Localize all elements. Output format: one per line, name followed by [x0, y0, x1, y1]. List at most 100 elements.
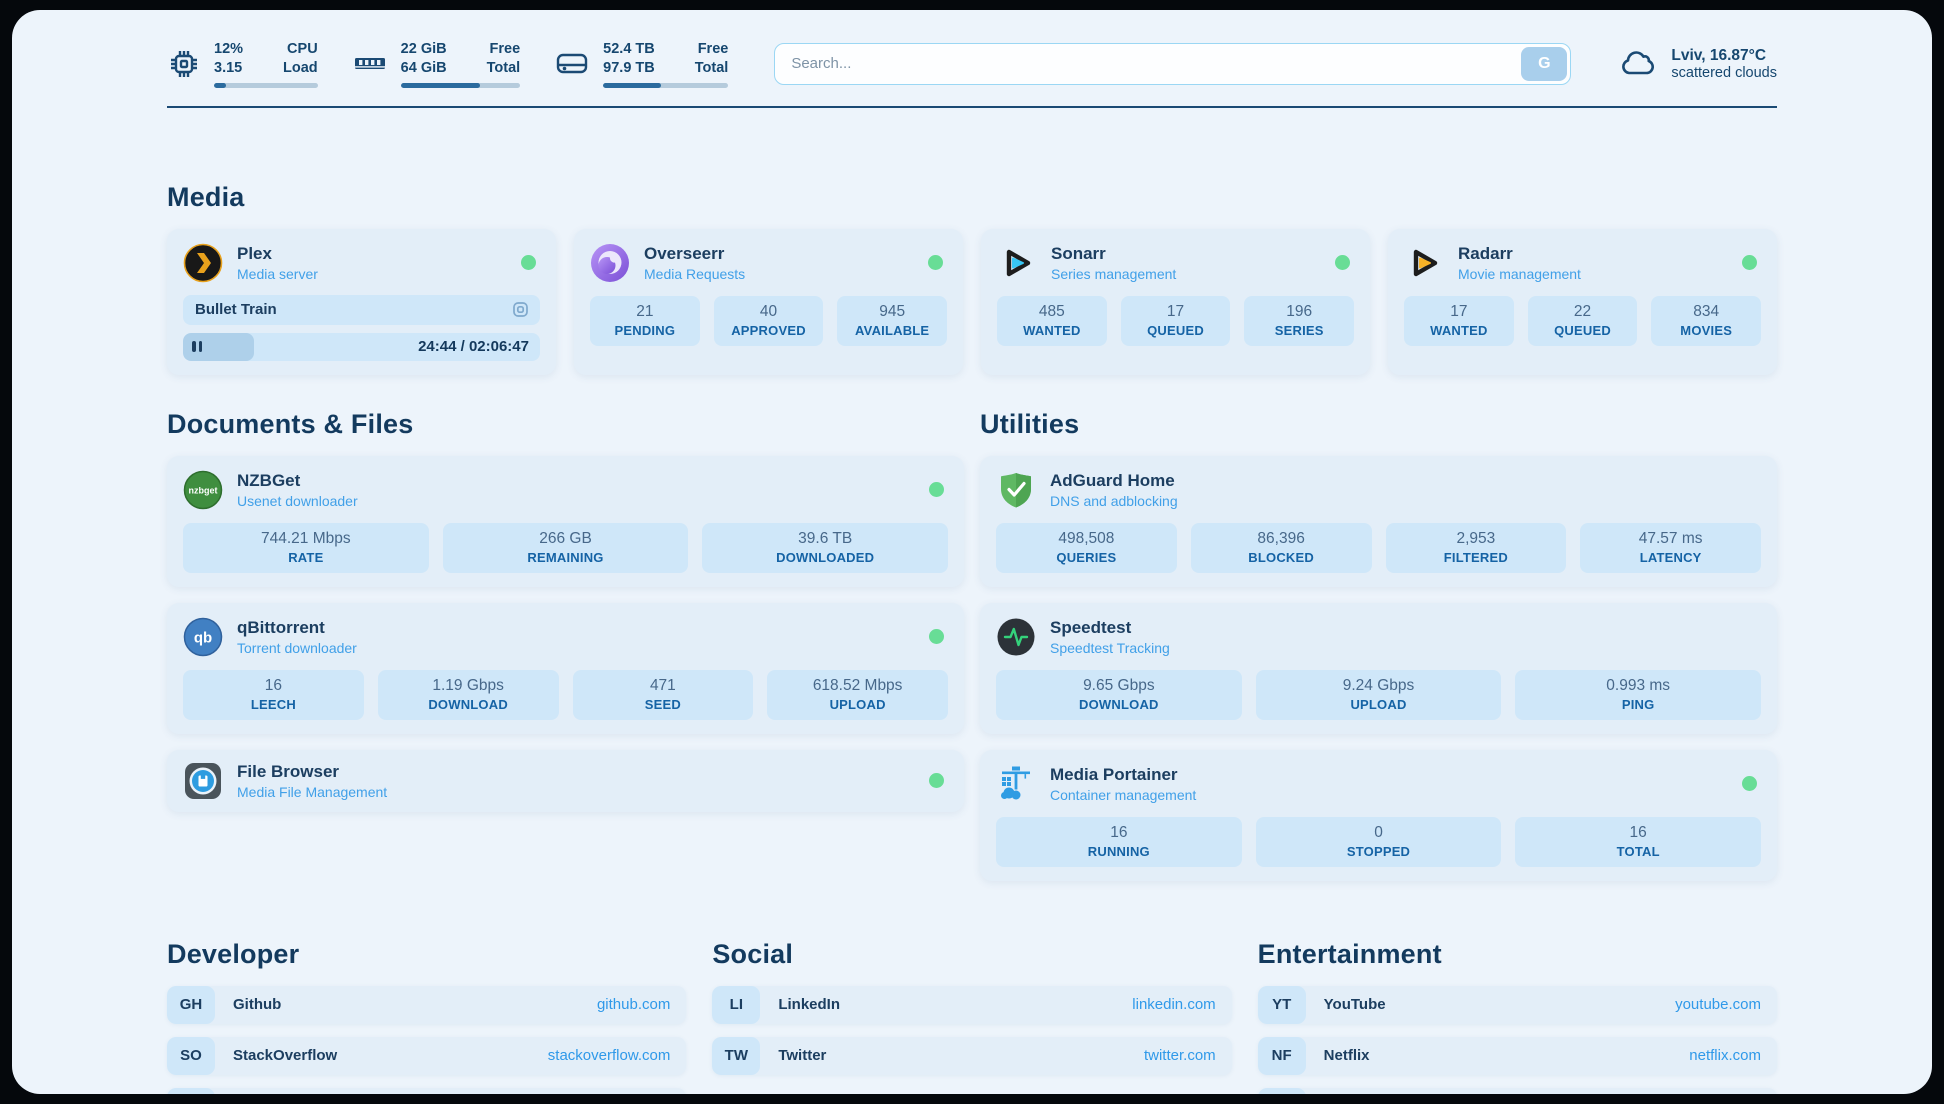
link-name: Github [233, 996, 597, 1013]
stat-value: 39.6 TB [706, 530, 944, 548]
stat-tile: 266 GB REMAINING [443, 523, 689, 573]
app-description: Speedtest Tracking [1050, 640, 1170, 656]
link-row-stackoverflow[interactable]: SO StackOverflow stackoverflow.com [167, 1037, 686, 1075]
app-card-adguard[interactable]: AdGuard Home DNS and adblocking 498,508 … [980, 456, 1777, 587]
stat-label: AVAILABLE [841, 323, 943, 338]
disk-free-value: 52.4 TB [603, 40, 655, 59]
stat-value: 40 [718, 303, 820, 321]
now-playing-bar: Bullet Train [183, 295, 540, 325]
ram-icon [352, 47, 388, 81]
portainer-icon [996, 764, 1036, 804]
stat-tile: 17 WANTED [1404, 296, 1514, 346]
stat-value: 16 [1519, 824, 1757, 842]
stat-label: UPLOAD [1260, 697, 1498, 712]
stat-label: MOVIES [1655, 323, 1757, 338]
stat-label: RUNNING [1000, 844, 1238, 859]
stat-label: RATE [187, 550, 425, 565]
link-abbr: SO [167, 1037, 215, 1075]
app-card-qbittorrent[interactable]: qb qBittorrent Torrent downloader 16 LEE… [167, 603, 964, 734]
status-dot [929, 482, 944, 497]
section-title-developer: Developer [167, 939, 686, 970]
header-divider [167, 106, 1777, 108]
link-abbr: TW [712, 1037, 760, 1075]
app-card-nzbget[interactable]: nzbget NZBGet Usenet downloader 744.21 M… [167, 456, 964, 587]
cpu-icon [167, 47, 201, 81]
link-row-netflix[interactable]: NF Netflix netflix.com [1258, 1037, 1777, 1075]
ram-total-value: 64 GiB [401, 59, 447, 78]
link-row-twitter[interactable]: TW Twitter twitter.com [712, 1037, 1231, 1075]
stat-value: 471 [577, 677, 750, 695]
app-card-portainer[interactable]: Media Portainer Container management 16 … [980, 750, 1777, 881]
search-input[interactable] [774, 43, 1571, 85]
app-card-overseerr[interactable]: Overseerr Media Requests 21 PENDING 40 A… [574, 229, 963, 375]
link-row-reddit[interactable]: RE Reddit reddit.com [1258, 1088, 1777, 1094]
status-dot [1335, 255, 1350, 270]
stat-tile: 9.24 Gbps UPLOAD [1256, 670, 1502, 720]
section-title-media: Media [167, 182, 1777, 213]
stat-label: PENDING [594, 323, 696, 338]
section-title-social: Social [712, 939, 1231, 970]
system-stats: 12% 3.15 CPU Load [167, 40, 728, 88]
app-card-sonarr[interactable]: Sonarr Series management 485 WANTED 17 Q… [981, 229, 1370, 375]
app-card-radarr[interactable]: Radarr Movie management 17 WANTED 22 QUE… [1388, 229, 1777, 375]
link-row-github[interactable]: GH Github github.com [167, 986, 686, 1024]
status-dot [929, 629, 944, 644]
links-section-social: Social LI LinkedIn linkedin.com TW Twitt… [712, 939, 1231, 1094]
stat-tile: 16 TOTAL [1515, 817, 1761, 867]
app-description: Container management [1050, 787, 1196, 803]
disk-icon [554, 47, 590, 81]
app-description: Movie management [1458, 266, 1581, 282]
stat-value: 86,396 [1195, 530, 1368, 548]
stat-value: 9.65 Gbps [1000, 677, 1238, 695]
stat-value: 16 [187, 677, 360, 695]
status-dot [1742, 255, 1757, 270]
speedtest-icon [996, 617, 1036, 657]
link-row-linkedin[interactable]: LI LinkedIn linkedin.com [712, 986, 1231, 1024]
pause-icon[interactable] [192, 341, 202, 352]
stat-tile: 618.52 Mbps UPLOAD [767, 670, 948, 720]
app-name: AdGuard Home [1050, 471, 1178, 491]
stat-label: QUEUED [1125, 323, 1227, 338]
stat-label: SEED [577, 697, 750, 712]
stat-tile: 9.65 Gbps DOWNLOAD [996, 670, 1242, 720]
app-description: Media Requests [644, 266, 745, 282]
app-description: Torrent downloader [237, 640, 357, 656]
link-url[interactable]: github.com [597, 996, 670, 1013]
app-card-plex[interactable]: Plex Media server Bullet Train [167, 229, 556, 375]
ram-total-label: Total [487, 59, 521, 78]
stat-tile: 86,396 BLOCKED [1191, 523, 1372, 573]
app-description: DNS and adblocking [1050, 493, 1178, 509]
stat-value: 196 [1248, 303, 1350, 321]
app-card-speedtest[interactable]: Speedtest Speedtest Tracking 9.65 Gbps D… [980, 603, 1777, 734]
stat-value: 945 [841, 303, 943, 321]
stat-tile: 744.21 Mbps RATE [183, 523, 429, 573]
link-row-dev[interactable]: DT DEV dev.to [167, 1088, 686, 1094]
link-row-youtube[interactable]: YT YouTube youtube.com [1258, 986, 1777, 1024]
link-url[interactable]: youtube.com [1675, 996, 1761, 1013]
stat-value: 9.24 Gbps [1260, 677, 1498, 695]
link-url[interactable]: linkedin.com [1132, 996, 1215, 1013]
nzbget-icon: nzbget [183, 470, 223, 510]
app-description: Media server [237, 266, 318, 282]
stat-tile: 47.57 ms LATENCY [1580, 523, 1761, 573]
status-dot [1742, 776, 1757, 791]
app-card-filebrowser[interactable]: File Browser Media File Management [167, 750, 964, 812]
link-url[interactable]: stackoverflow.com [548, 1047, 671, 1064]
stat-value: 1.19 Gbps [382, 677, 555, 695]
stat-label: TOTAL [1519, 844, 1757, 859]
search-engine-button[interactable]: G [1521, 47, 1567, 81]
weather-location-temp: Lviv, 16.87°C [1671, 47, 1777, 65]
links-section-developer: Developer GH Github github.com SO StackO… [167, 939, 686, 1094]
plex-icon [183, 243, 223, 283]
stat-label: QUERIES [1000, 550, 1173, 565]
stat-tile: 0.993 ms PING [1515, 670, 1761, 720]
app-description: Series management [1051, 266, 1176, 282]
stat-tile: 0 STOPPED [1256, 817, 1502, 867]
ram-free-value: 22 GiB [401, 40, 447, 59]
cpu-usage-value: 12% [214, 40, 243, 59]
stat-tile: 485 WANTED [997, 296, 1107, 346]
link-url[interactable]: twitter.com [1144, 1047, 1216, 1064]
stat-tile: 834 MOVIES [1651, 296, 1761, 346]
link-url[interactable]: netflix.com [1689, 1047, 1761, 1064]
link-abbr: GH [167, 986, 215, 1024]
